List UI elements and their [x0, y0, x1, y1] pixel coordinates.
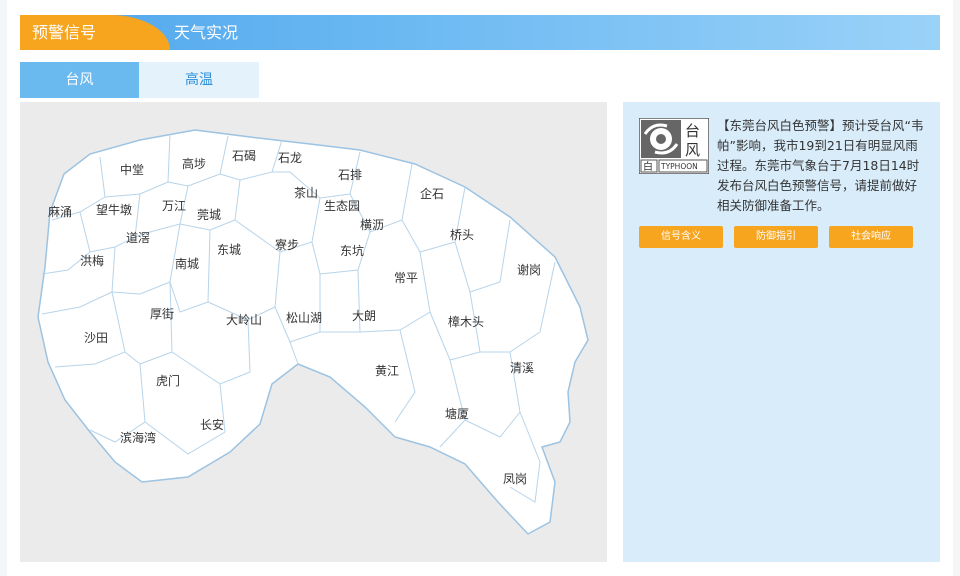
town-label: 中堂: [120, 162, 144, 177]
town-label: 高埗: [182, 156, 206, 171]
town-label: 谢岗: [517, 262, 541, 277]
subtab-typhoon[interactable]: 台风: [20, 62, 139, 98]
town-label: 清溪: [510, 361, 534, 375]
town-label: 桥头: [450, 228, 474, 242]
town-label: 南城: [175, 256, 199, 271]
signal-meaning-button[interactable]: 信号含义: [639, 226, 723, 248]
icon-char-top: 台: [685, 122, 700, 140]
icon-english-label: TYPHOON: [660, 162, 698, 171]
tab-weather-live[interactable]: 天气实况: [174, 15, 238, 50]
town-label: 横沥: [360, 218, 384, 232]
town-label: 东坑: [340, 243, 364, 258]
defense-guide-button[interactable]: 防御指引: [734, 226, 818, 248]
typhoon-icon: 台 风 白 TYPHOON: [638, 117, 710, 175]
icon-char-bottom: 风: [685, 141, 700, 159]
town-label: 虎门: [156, 373, 180, 388]
icon-level-char: 白: [643, 160, 653, 173]
town-label: 万江: [162, 199, 186, 213]
town-label: 樟木头: [448, 314, 484, 329]
subtab-high-temperature[interactable]: 高温: [139, 62, 259, 98]
map-svg: 中堂 高埗 石碣 石龙石排茶山 企石麻涌 望牛墩 万江莞城 生态园横沥道滘东城 寮步 东坑 桥头洪梅…: [37, 129, 589, 535]
town-label: 厚街: [150, 307, 174, 321]
town-label: 企石: [420, 186, 444, 201]
dongguan-map[interactable]: 中堂 高埗 石碣 石龙石排茶山 企石麻涌 望牛墩 万江 莞城 生态园 横沥道滘东城 寮步 东坑 桥头洪梅…: [20, 102, 607, 562]
town-label: 石排: [338, 168, 362, 182]
tab-warning-signal[interactable]: 预警信号: [20, 15, 170, 50]
warning-info-panel: 台 风 白 TYPHOON 【东莞台风白色预警】预计受台风“韦帕”影响，我市19…: [623, 102, 940, 562]
warning-message: 【东莞台风白色预警】预计受台风“韦帕”影响，我市19到21日有明显风雨过程。东莞…: [717, 118, 924, 213]
town-label: 黄江: [375, 364, 399, 378]
town-label: 生态园: [324, 199, 360, 213]
town-label: 洪梅: [80, 253, 104, 268]
town-label: 石碣: [232, 149, 256, 163]
top-nav-bar: 预警信号 天气实况: [20, 15, 940, 50]
town-label: 凤岗: [503, 472, 527, 486]
town-label: 大朗: [352, 309, 376, 323]
social-response-button[interactable]: 社会响应: [829, 226, 913, 248]
town-label: 望牛墩: [96, 202, 132, 217]
town-label: 沙田: [84, 331, 108, 345]
town-label: 茶山: [294, 185, 318, 200]
town-label: 滨海湾: [120, 430, 156, 445]
town-label: 东城: [217, 243, 241, 257]
town-label: 常平: [394, 271, 418, 285]
town-label: 石龙: [278, 151, 302, 165]
town-label: 莞城: [197, 208, 221, 222]
town-label: 长安: [200, 417, 224, 432]
town-label: 麻涌: [48, 204, 72, 219]
town-label: 寮步: [275, 237, 299, 252]
town-label: 道滘: [126, 231, 150, 245]
town-label: 松山湖: [286, 310, 322, 325]
town-label: 大岭山: [226, 313, 262, 327]
town-label: 塘厦: [445, 406, 469, 421]
